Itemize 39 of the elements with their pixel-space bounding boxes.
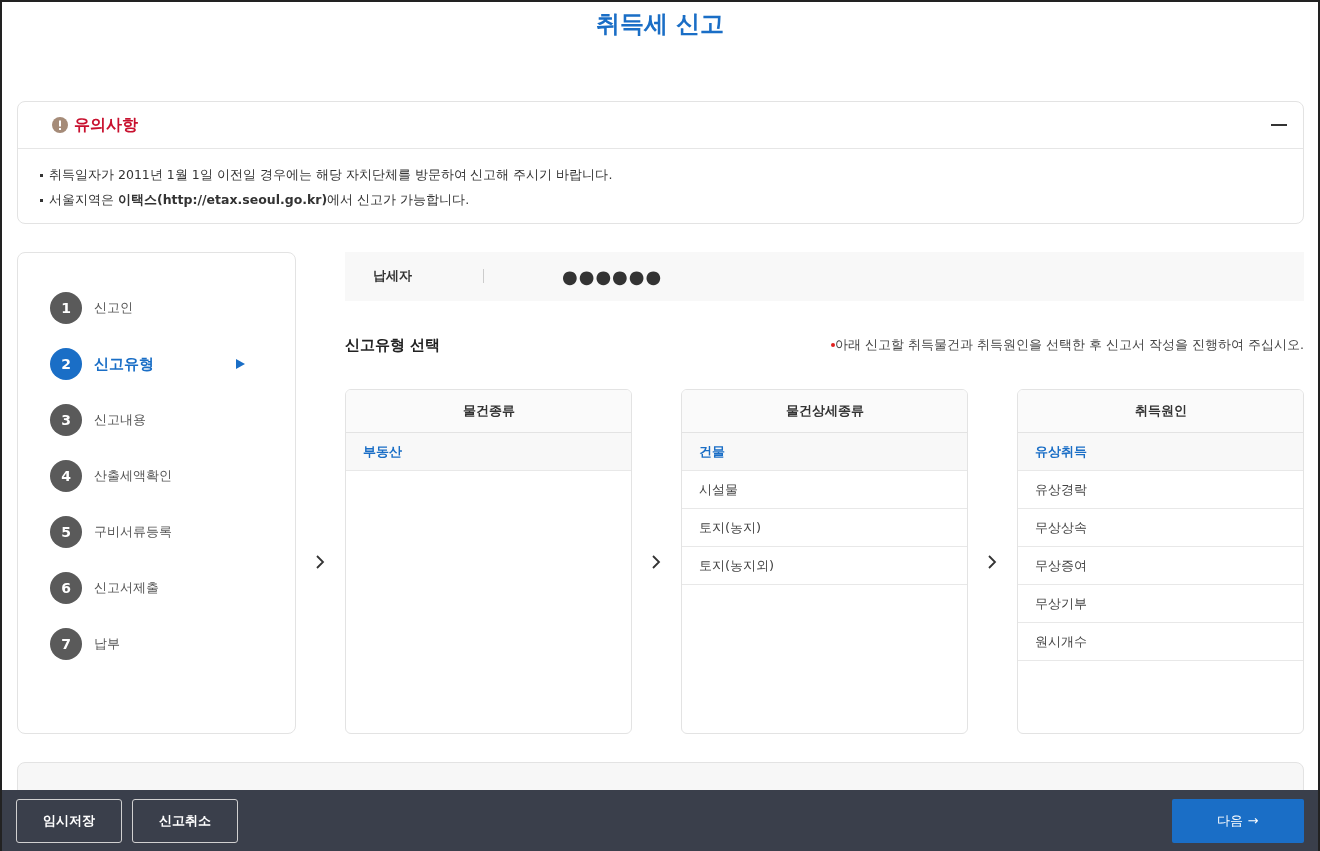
- footer-button[interactable]: 신고취소: [132, 798, 238, 843]
- triangle-right-icon: [236, 359, 245, 369]
- exclamation-icon: [52, 117, 68, 133]
- step-label[interactable]: 신고내용: [94, 411, 224, 429]
- step-label[interactable]: 산출세액확인: [94, 467, 224, 485]
- section-title: 신고유형 선택: [345, 335, 441, 355]
- notice-title: 유의사항: [74, 114, 138, 136]
- step-number[interactable]: 4: [50, 460, 82, 492]
- notice-line: 취득일자가 2011년 1월 1일 이전일 경우에는 해당 자치단체를 방문하여 신고해 주시기 바랍니다.: [49, 167, 613, 184]
- option-item[interactable]: 건물: [682, 433, 967, 472]
- taxpayer-value: ●●●●●●: [562, 266, 663, 287]
- page-title: 취득세 신고: [594, 9, 726, 40]
- step-label[interactable]: 신고서제출: [94, 579, 224, 597]
- list-heading: 물건종류: [346, 390, 631, 434]
- taxpayer-label: 납세자: [373, 267, 413, 286]
- option-item[interactable]: 부동산: [346, 433, 631, 472]
- chevron-right-icon: [988, 554, 997, 569]
- footer-button[interactable]: 임시저장: [16, 798, 122, 843]
- step-number[interactable]: 5: [50, 516, 82, 548]
- step-number[interactable]: 7: [50, 628, 82, 660]
- bullet-icon: [40, 174, 43, 177]
- step-label[interactable]: 납부: [94, 635, 224, 653]
- chevron-right-icon: [652, 554, 661, 569]
- section-hint: 아래 신고할 취득물건과 취득원인을 선택한 후 신고서 작성을 진행하여 주십시오.: [835, 336, 1304, 354]
- step-number[interactable]: 1: [50, 292, 82, 324]
- next-button[interactable]: 다음 →: [1172, 798, 1304, 843]
- step-label[interactable]: 신고인: [94, 299, 224, 317]
- bullet-icon: [40, 199, 43, 202]
- list-heading: 취득원인: [1018, 390, 1303, 434]
- step-label[interactable]: 신고유형: [94, 354, 224, 374]
- chevron-right-icon: [316, 554, 325, 569]
- option-item[interactable]: 유상취득: [1018, 433, 1303, 472]
- step-label[interactable]: 구비서류등록: [94, 523, 224, 541]
- step-number[interactable]: 6: [50, 572, 82, 604]
- step-number[interactable]: 2: [50, 348, 82, 380]
- step-number[interactable]: 3: [50, 404, 82, 436]
- bullet-icon: [831, 343, 836, 348]
- notice-line: 서울지역은 이택스(http://etax.seoul.go.kr)에서 신고가 가능합니다.: [49, 192, 470, 209]
- list-heading: 물건상세종류: [682, 390, 967, 434]
